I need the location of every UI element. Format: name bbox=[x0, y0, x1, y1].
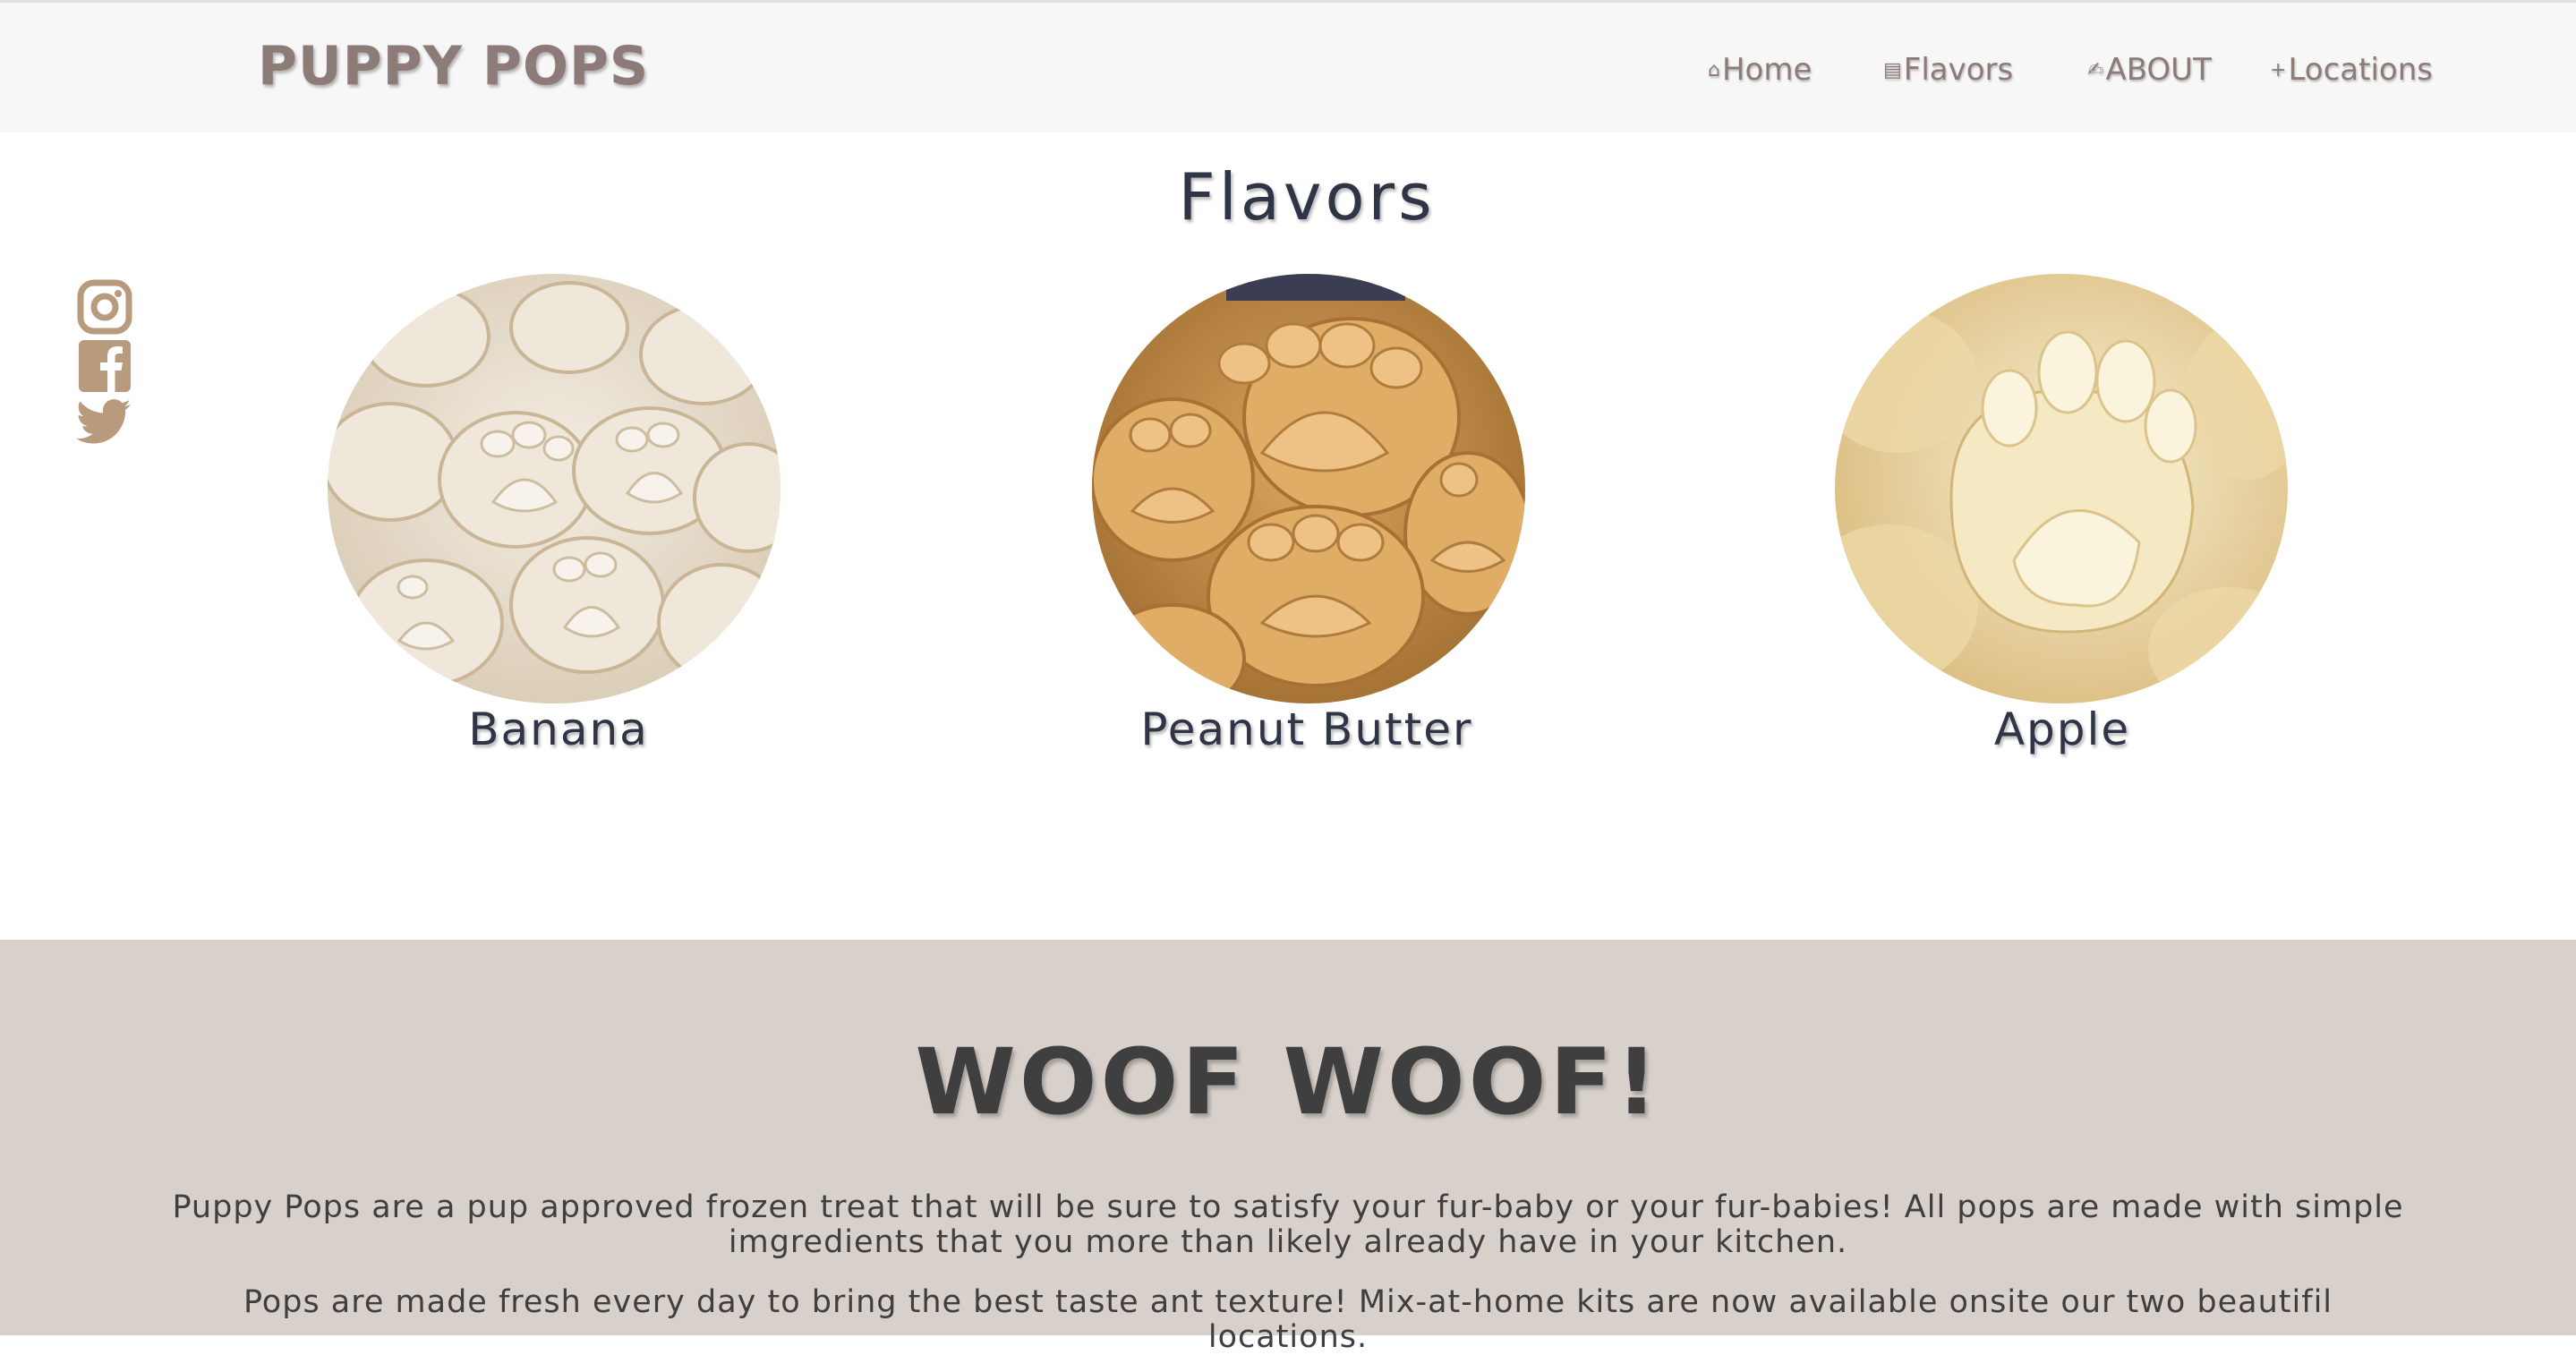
peanut-butter-pops-photo bbox=[1092, 274, 1525, 703]
about-heading: WOOF WOOF! bbox=[915, 1029, 1661, 1136]
flavor-card-apple[interactable]: Apple bbox=[1830, 274, 2295, 775]
plus-icon: + bbox=[2270, 58, 2287, 81]
about-paragraph: Pops are made fresh every day to bring t… bbox=[243, 1284, 2333, 1355]
menu-list-icon: ▤ bbox=[1883, 58, 1902, 81]
nav-flavors-label: Flavors bbox=[1903, 52, 2014, 88]
nav-home[interactable]: ⌂ Home bbox=[1708, 47, 1812, 92]
flavor-label-banana: Banana bbox=[468, 703, 649, 755]
home-icon: ⌂ bbox=[1708, 58, 1720, 81]
nav-locations-label: Locations bbox=[2288, 52, 2433, 88]
nav-locations[interactable]: + Locations bbox=[2270, 47, 2433, 92]
brand-logo[interactable]: PUPPY POPS bbox=[258, 35, 649, 98]
flavors-heading: Flavors bbox=[1178, 159, 1436, 234]
apple-pops-photo bbox=[1835, 274, 2288, 703]
nav-about[interactable]: ✍ ABOUT bbox=[2087, 47, 2212, 92]
flavor-label-peanut-butter: Peanut Butter bbox=[1140, 703, 1473, 755]
flavor-card-banana[interactable]: Banana bbox=[326, 274, 791, 775]
facebook-icon[interactable] bbox=[77, 338, 132, 394]
nav-about-label: ABOUT bbox=[2105, 52, 2212, 88]
flavor-label-apple: Apple bbox=[1993, 703, 2131, 755]
instagram-icon[interactable] bbox=[77, 279, 132, 335]
pen-icon: ✍ bbox=[2087, 58, 2104, 81]
about-section: WOOF WOOF! Puppy Pops are a pup approved… bbox=[0, 940, 2576, 1355]
about-paragraph: Puppy Pops are a pup approved frozen tre… bbox=[172, 1189, 2404, 1260]
nav-flavors[interactable]: ▤ Flavors bbox=[1883, 47, 2013, 92]
twitter-icon[interactable] bbox=[77, 394, 132, 449]
flavor-card-peanut-butter[interactable]: Peanut Butter bbox=[1074, 274, 1540, 775]
banana-pops-photo bbox=[328, 274, 780, 703]
site-header: PUPPY POPS ⌂ Home ▤ Flavors ✍ ABOUT + Lo… bbox=[0, 0, 2576, 132]
nav-home-label: Home bbox=[1721, 52, 1813, 88]
